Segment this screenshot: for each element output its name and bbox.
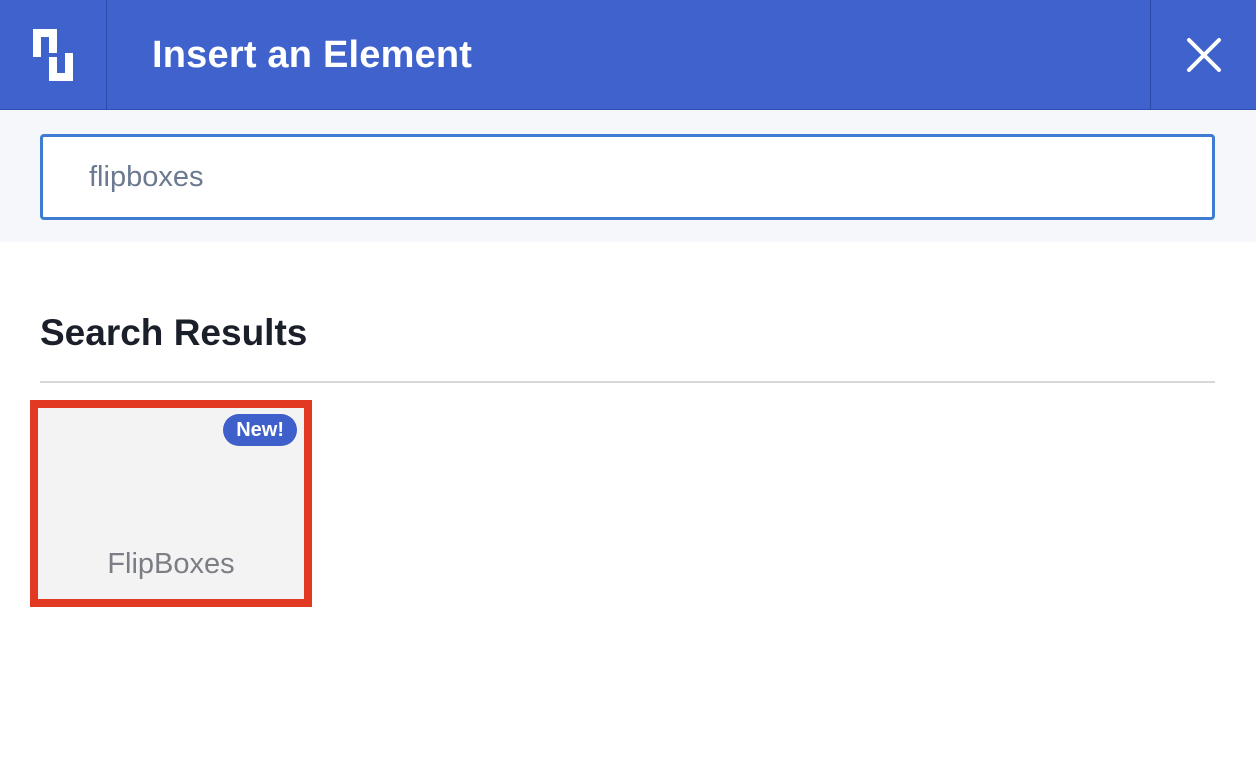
dialog-title: Insert an Element — [152, 34, 473, 76]
close-button[interactable] — [1150, 0, 1256, 110]
search-input[interactable] — [40, 134, 1215, 220]
close-icon — [1186, 38, 1221, 72]
divider — [40, 381, 1215, 383]
result-item-flipboxes[interactable]: New! FlipBoxes — [30, 400, 312, 607]
search-bar — [0, 110, 1256, 242]
dialog-header: Insert an Element — [0, 0, 1256, 110]
result-item-label: FlipBoxes — [107, 548, 235, 580]
new-badge: New! — [223, 414, 297, 446]
bracket-logo-icon — [33, 29, 73, 81]
search-results-heading: Search Results — [40, 312, 308, 353]
logo — [0, 0, 107, 110]
